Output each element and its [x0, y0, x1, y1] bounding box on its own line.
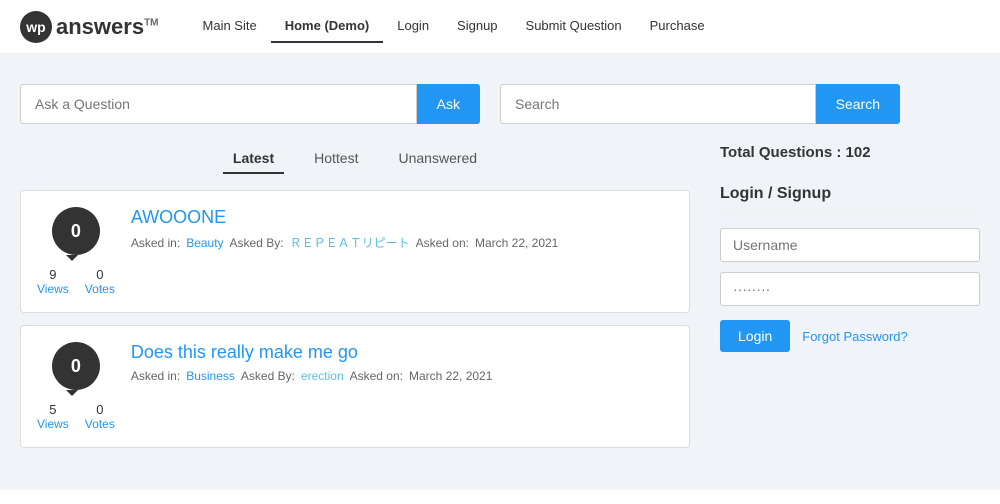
votes-label: Votes [85, 282, 115, 296]
asked-in-label: Asked in: [131, 236, 180, 250]
question-author[interactable]: erection [301, 369, 344, 383]
asked-on-label: Asked on: [350, 369, 403, 383]
header: wp answersTM Main Site Home (Demo) Login… [0, 0, 1000, 54]
forgot-password-link[interactable]: Forgot Password? [802, 329, 908, 344]
password-field[interactable] [720, 272, 980, 306]
username-field[interactable] [720, 228, 980, 262]
logo-text: answersTM [56, 14, 159, 40]
question-date: March 22, 2021 [475, 236, 558, 250]
nav-home-demo[interactable]: Home (Demo) [271, 10, 384, 43]
votes-label: Votes [85, 417, 115, 431]
login-actions: Login Forgot Password? [720, 320, 980, 352]
question-tabs: Latest Hottest Unanswered [20, 144, 690, 174]
question-meta: Asked in: Business Asked By: erection As… [131, 369, 673, 383]
vote-stats: 5 Views 0 Votes [37, 402, 115, 431]
vote-section: 0 9 Views 0 Votes [37, 207, 115, 296]
asked-in-label: Asked in: [131, 369, 180, 383]
main-wrapper: Ask Search Latest Hottest Unanswered [0, 54, 1000, 490]
main-nav: Main Site Home (Demo) Login Signup Submi… [189, 10, 719, 43]
asked-by-label: Asked By: [241, 369, 295, 383]
question-content: Does this really make me go Asked in: Bu… [131, 342, 673, 383]
total-questions-section: Total Questions : 102 [720, 144, 980, 161]
question-date: March 22, 2021 [409, 369, 492, 383]
nav-signup[interactable]: Signup [443, 10, 511, 43]
question-title[interactable]: Does this really make me go [131, 342, 673, 363]
asked-by-label: Asked By: [230, 236, 284, 250]
views-stat: 5 Views [37, 402, 69, 431]
vote-section: 0 5 Views 0 Votes [37, 342, 115, 431]
question-card: 0 9 Views 0 Votes [20, 190, 690, 313]
main-column: Latest Hottest Unanswered 0 9 Views [20, 144, 690, 460]
content-area: Ask Search Latest Hottest Unanswered [20, 84, 980, 460]
ask-input[interactable] [20, 84, 417, 124]
nav-login[interactable]: Login [383, 10, 443, 43]
question-card: 0 5 Views 0 Votes [20, 325, 690, 448]
question-category[interactable]: Beauty [186, 236, 223, 250]
votes-count: 0 [96, 402, 103, 417]
login-signup-title: Login / Signup [720, 185, 980, 212]
ask-button[interactable]: Ask [417, 84, 480, 124]
views-count: 9 [49, 267, 56, 282]
two-col-layout: Latest Hottest Unanswered 0 9 Views [20, 144, 980, 460]
vote-count-bubble: 0 [52, 207, 100, 255]
ask-bar: Ask [20, 84, 480, 124]
views-label: Views [37, 282, 69, 296]
vote-stats: 9 Views 0 Votes [37, 267, 115, 296]
question-title[interactable]: AWOOONE [131, 207, 673, 228]
search-button[interactable]: Search [816, 84, 900, 124]
search-bar: Search [500, 84, 900, 124]
nav-main-site[interactable]: Main Site [189, 10, 271, 43]
votes-count: 0 [96, 267, 103, 282]
sidebar: Total Questions : 102 Login / Signup Log… [720, 144, 980, 460]
question-content: AWOOONE Asked in: Beauty Asked By: ＲＥＰＥＡ… [131, 207, 673, 251]
views-count: 5 [49, 402, 56, 417]
nav-purchase[interactable]: Purchase [636, 10, 719, 43]
logo: wp answersTM [20, 11, 159, 43]
question-author[interactable]: ＲＥＰＥＡＴリピート [290, 234, 410, 251]
tab-unanswered[interactable]: Unanswered [388, 144, 487, 174]
question-meta: Asked in: Beauty Asked By: ＲＥＰＥＡＴリピート As… [131, 234, 673, 251]
question-category[interactable]: Business [186, 369, 235, 383]
views-label: Views [37, 417, 69, 431]
login-button[interactable]: Login [720, 320, 790, 352]
logo-wp-badge: wp [20, 11, 52, 43]
views-stat: 9 Views [37, 267, 69, 296]
search-input[interactable] [500, 84, 816, 124]
tab-hottest[interactable]: Hottest [304, 144, 368, 174]
asked-on-label: Asked on: [416, 236, 469, 250]
tab-latest[interactable]: Latest [223, 144, 284, 174]
total-questions: Total Questions : 102 [720, 144, 980, 161]
vote-count-bubble: 0 [52, 342, 100, 390]
top-bar: Ask Search [20, 84, 980, 124]
login-signup-section: Login / Signup Login Forgot Password? [720, 185, 980, 352]
votes-stat: 0 Votes [85, 402, 115, 431]
login-form: Login Forgot Password? [720, 228, 980, 352]
votes-stat: 0 Votes [85, 267, 115, 296]
nav-submit-question[interactable]: Submit Question [512, 10, 636, 43]
